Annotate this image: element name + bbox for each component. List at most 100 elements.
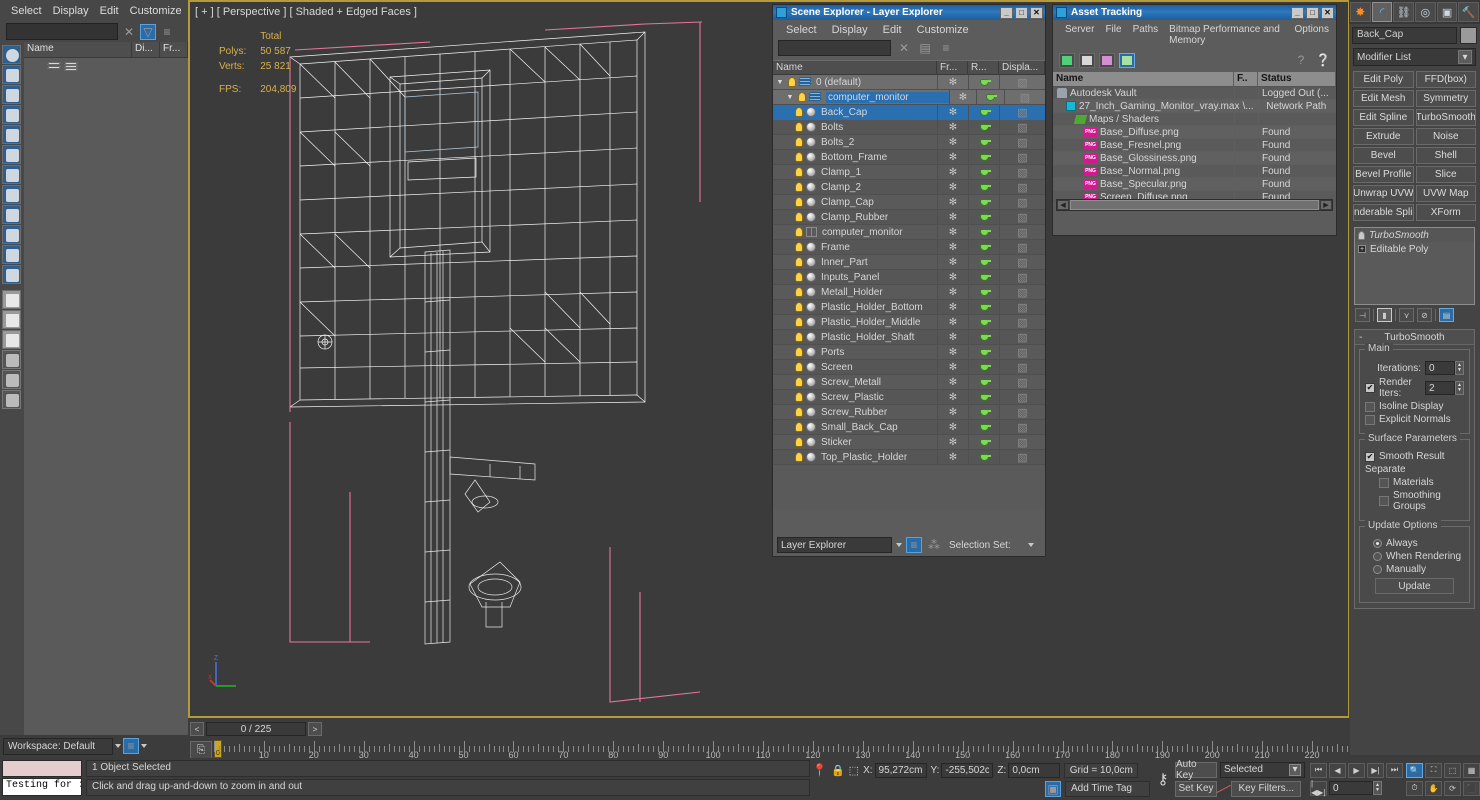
freeze-cell[interactable]: ✻ [937,315,968,330]
bone-icon[interactable] [2,205,21,224]
box-icon[interactable] [2,310,21,329]
asset-row[interactable]: 27_Inch_Gaming_Monitor_vray.max\...Netwo… [1053,100,1336,113]
freeze-cell[interactable]: ✻ [937,390,968,405]
open-mini-curve-editor-icon[interactable]: ⎘ [190,741,212,759]
left-menu-display[interactable]: Display [50,4,97,19]
layer-mode-icon[interactable]: ≡ [906,537,922,553]
scene-explorer-row[interactable]: Sticker✻▧ [773,435,1045,450]
modifier-button[interactable]: enderable Splin [1353,204,1414,221]
zoom-extents-icon[interactable]: ⬚ [1444,763,1461,778]
display-cell[interactable]: ▧ [999,75,1045,90]
scene-explorer-row[interactable]: Small_Back_Cap✻▧ [773,420,1045,435]
viewport-label[interactable]: [ + ] [ Perspective ] [ Shaded + Edged F… [195,6,417,18]
maxscript-listener-white[interactable]: Testing for : [2,778,82,796]
light-bulb-icon[interactable] [795,362,803,372]
scene-explorer-row[interactable]: Metall_Holder✻▧ [773,285,1045,300]
asset-row[interactable]: PNGBase_Specular.pngFound [1053,178,1336,191]
renderable-cell[interactable] [968,105,999,120]
modifier-button[interactable]: Symmetry [1416,90,1477,107]
spacewarp-icon[interactable] [2,145,21,164]
spinner-arrows-icon[interactable]: ▲▼ [1373,781,1382,795]
scene-explorer-row[interactable]: ▼0 (default)✻▧ [773,75,1045,90]
key-mode-toggle-icon[interactable]: ⚷ [1154,765,1172,793]
display-cell[interactable]: ▧ [1004,90,1045,105]
auto-key-button[interactable]: Auto Key [1175,762,1217,778]
scene-explorer-row[interactable]: Screw_Plastic✻▧ [773,390,1045,405]
light-bulb-icon[interactable] [798,92,806,102]
freeze-cell[interactable]: ✻ [937,345,968,360]
renderable-cell[interactable] [968,75,999,90]
modifier-button[interactable]: XForm [1416,204,1477,221]
scene-explorer-row-list[interactable]: ▼0 (default)✻▧▼computer_monitor✻▧Back_Ca… [773,75,1045,509]
asset-tracking-titlebar[interactable]: Asset Tracking _ □ ✕ [1053,5,1336,20]
scene-explorer-row[interactable]: Bolts✻▧ [773,120,1045,135]
clear-search-icon[interactable]: ✕ [121,24,137,40]
freeze-cell[interactable]: ✻ [937,435,968,450]
scene-explorer-row[interactable]: Screw_Metall✻▧ [773,375,1045,390]
at-menu-paths[interactable]: Paths [1129,23,1166,47]
row-name-cell[interactable]: Frame [773,240,937,255]
row-name-cell[interactable]: Clamp_Cap [773,195,937,210]
update-always-radio[interactable] [1373,539,1382,548]
freeze-cell[interactable]: ✻ [937,255,968,270]
list-view-icon[interactable] [1079,53,1095,68]
left-menu-select[interactable]: Select [8,4,50,19]
renderable-cell[interactable] [968,330,999,345]
row-name-cell[interactable]: Sticker [773,435,937,450]
light-bulb-icon[interactable] [795,407,803,417]
freeze-cell[interactable]: ✻ [937,300,968,315]
modifier-button[interactable]: Shell [1416,147,1477,164]
light-bulb-icon[interactable] [795,392,803,402]
row-name-cell[interactable]: Inner_Part [773,255,937,270]
light-bulb-icon[interactable] [795,437,803,447]
renderable-cell[interactable] [968,195,999,210]
coord-z[interactable]: Z: [997,763,1060,778]
at-menu-server[interactable]: Server [1061,23,1101,47]
display-cell[interactable]: ▧ [999,135,1045,150]
asset-name-cell[interactable]: PNGBase_Normal.png [1053,166,1234,177]
row-name-cell[interactable]: Screw_Metall [773,375,937,390]
modifier-button[interactable]: FFD(box) [1416,71,1477,88]
make-unique-icon[interactable]: ⋎ [1399,308,1414,322]
chevron-down-icon[interactable]: ▾ [1289,764,1301,776]
modifier-button[interactable]: Bevel Profile [1353,166,1414,183]
row-name-cell[interactable]: Screw_Plastic [773,390,937,405]
timeline-prev-button[interactable]: < [190,722,204,736]
hierarchy-mode-icon[interactable]: ⁂ [926,537,942,553]
renderable-cell[interactable] [968,210,999,225]
add-time-tag-button[interactable]: Add Time Tag [1065,781,1150,797]
renderable-cell[interactable] [968,150,999,165]
maximize-viewport-icon[interactable]: ⬛ [1463,781,1480,796]
left-list-row[interactable] [24,58,188,74]
row-name-cell[interactable]: Bolts [773,120,937,135]
at-col-name[interactable]: Name [1053,72,1234,86]
left-layer-list[interactable]: Name Di... Fr... [24,42,188,735]
display-cell[interactable]: ▧ [999,210,1045,225]
modifier-stack[interactable]: TurboSmooth+Editable Poly [1354,227,1475,305]
maximize-button[interactable]: □ [1015,7,1028,19]
row-name-cell[interactable]: Ports [773,345,937,360]
renderable-cell[interactable] [968,300,999,315]
chevron-down-icon[interactable]: ▾ [1458,50,1472,64]
scene-explorer-row[interactable]: Clamp_Cap✻▧ [773,195,1045,210]
light-bulb-icon[interactable] [795,347,803,357]
row-name-cell[interactable]: Inputs_Panel [773,270,937,285]
bitmap-icon[interactable] [1099,53,1115,68]
modifier-button[interactable]: Edit Poly [1353,71,1414,88]
display-cell[interactable]: ▧ [999,360,1045,375]
chevron-down-icon[interactable] [115,744,121,748]
timeline-ruler[interactable]: 0 10203040506070809010011012013014015016… [214,740,1350,760]
se-menu-customize[interactable]: Customize [912,23,979,37]
light-bulb-icon[interactable] [795,332,803,342]
render-iters-checkbox[interactable]: ✔ [1365,383,1375,393]
remove-modifier-icon[interactable]: ⊘ [1417,308,1432,322]
scene-explorer-row[interactable]: computer_monitor✻▧ [773,225,1045,240]
light-bulb-icon[interactable] [788,77,796,87]
light-bulb-icon[interactable] [795,137,803,147]
scene-explorer-search-input[interactable] [778,40,891,56]
zoom-icon[interactable]: 🔍 [1406,763,1423,778]
scene-explorer-row[interactable]: Top_Plastic_Holder✻▧ [773,450,1045,465]
asset-name-cell[interactable]: PNGBase_Glossiness.png [1053,153,1234,164]
explicit-normals-checkbox[interactable]: ✔ [1365,415,1375,425]
light-bulb-icon[interactable] [795,167,803,177]
